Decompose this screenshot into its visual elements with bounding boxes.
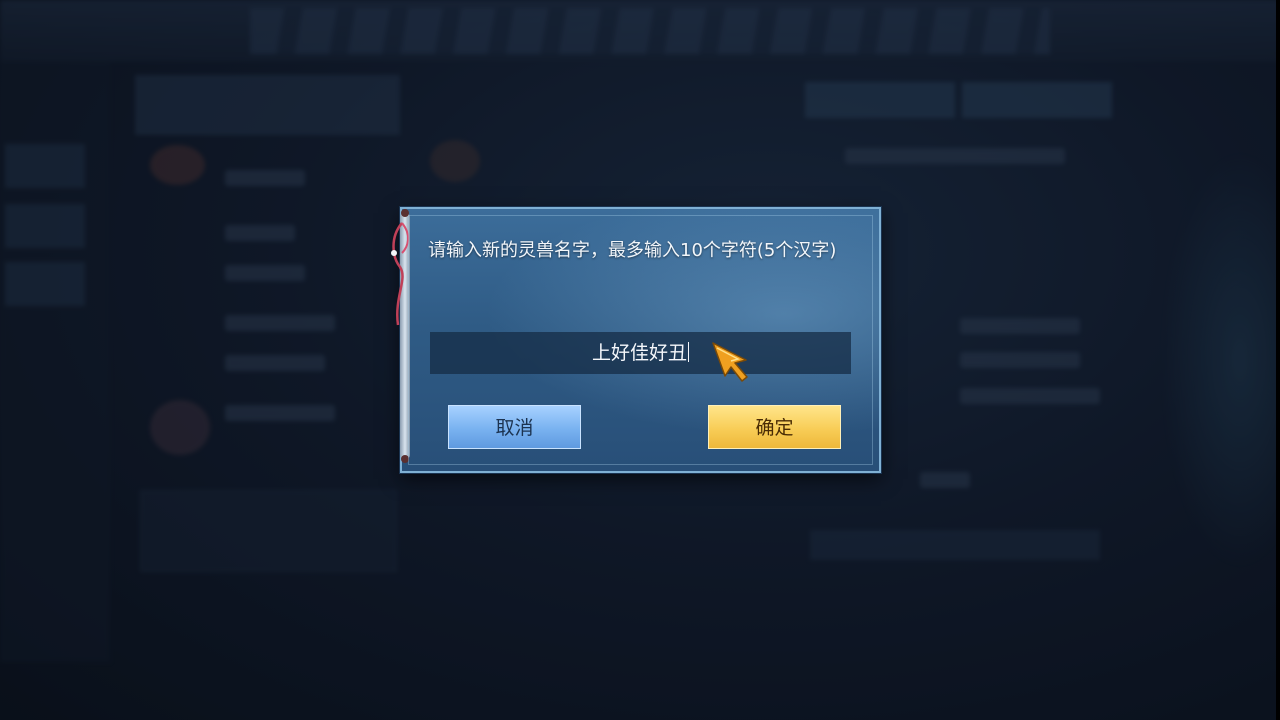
pet-name-input[interactable]: 上好佳好丑 bbox=[430, 332, 851, 374]
text-caret bbox=[688, 342, 689, 362]
pet-name-value: 上好佳好丑 bbox=[591, 342, 687, 364]
confirm-button[interactable]: 确定 bbox=[708, 405, 841, 449]
dialog-message: 请输入新的灵兽名字，最多输入10个字符(5个汉字) bbox=[428, 240, 837, 261]
rename-pet-dialog: 请输入新的灵兽名字，最多输入10个字符(5个汉字) 上好佳好丑 取消 确定 bbox=[391, 207, 881, 473]
scroll-rod bbox=[400, 209, 410, 463]
game-screen: 请输入新的灵兽名字，最多输入10个字符(5个汉字) 上好佳好丑 取消 确定 bbox=[0, 0, 1280, 720]
cancel-button[interactable]: 取消 bbox=[448, 405, 581, 449]
